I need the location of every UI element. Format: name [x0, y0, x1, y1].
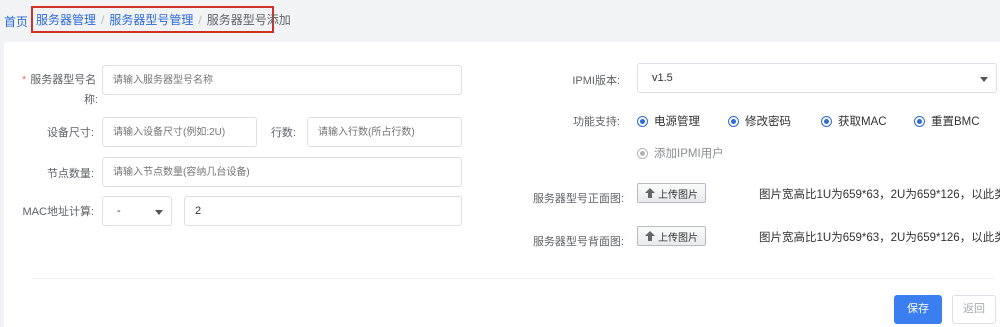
feature-reset-bmc[interactable]: 重置BMC: [914, 113, 980, 129]
required-mark: *: [22, 74, 27, 86]
ipmi-version-value: v1.5: [652, 72, 673, 84]
device-size-input[interactable]: [102, 117, 257, 147]
back-image-hint: 图片宽高比1U为659*63，2U为659*126，以此类推: [759, 232, 1000, 244]
breadcrumb: 服务器管理 / 服务器型号管理 / 服务器型号添加: [31, 6, 291, 33]
upload-arrow-icon: [645, 231, 655, 241]
feature-change-password[interactable]: 修改密码: [728, 113, 791, 129]
upload-arrow-icon: [645, 188, 655, 198]
chevron-down-icon: [980, 77, 988, 82]
upload-front-image-button[interactable]: 上传图片: [637, 183, 706, 203]
mac-operator-value: -: [117, 205, 121, 217]
mac-calc-label: MAC地址计算:: [22, 206, 95, 218]
mac-operator-select[interactable]: -: [102, 196, 172, 226]
divider: [32, 278, 994, 279]
device-size-label: 设备尺寸:: [46, 127, 94, 139]
breadcrumb-separator: /: [198, 12, 202, 27]
model-name-input[interactable]: [102, 65, 462, 95]
breadcrumb-server-model-management[interactable]: 服务器型号管理: [109, 11, 193, 28]
form-card: *服务器型号名 称: 设备尺寸: 行数: 节点数量: MAC地址计算: - IP…: [4, 42, 1000, 327]
radio-icon: [637, 147, 648, 159]
chevron-down-icon: [155, 210, 163, 215]
features-label: 功能支持:: [572, 116, 620, 128]
back-image-label: 服务器型号背面图:: [532, 236, 624, 248]
radio-selected-icon: [637, 115, 648, 127]
mac-value-input[interactable]: [184, 196, 462, 226]
breadcrumb-home-link[interactable]: 首页: [4, 13, 28, 30]
feature-add-ipmi-user[interactable]: 添加IPMI用户: [637, 145, 724, 161]
radio-selected-icon: [914, 115, 925, 127]
breadcrumb-bar: 首页 服务器管理 / 服务器型号管理 / 服务器型号添加: [0, 0, 1000, 40]
radio-selected-icon: [821, 115, 832, 127]
ipmi-version-select[interactable]: v1.5: [637, 63, 997, 93]
rows-label: 行数:: [270, 127, 296, 139]
front-image-hint: 图片宽高比1U为659*63，2U为659*126，以此类推: [759, 189, 1000, 201]
feature-get-mac[interactable]: 获取MAC: [821, 113, 887, 129]
radio-selected-icon: [728, 115, 739, 127]
breadcrumb-server-management[interactable]: 服务器管理: [36, 11, 96, 28]
model-name-label: * 服务器型号名: [22, 74, 97, 86]
front-image-label: 服务器型号正面图:: [532, 193, 624, 205]
save-button[interactable]: 保存: [894, 295, 942, 324]
rows-input[interactable]: [307, 117, 462, 147]
feature-power-management[interactable]: 电源管理: [637, 113, 700, 129]
ipmi-version-label: IPMI版本:: [572, 75, 620, 87]
breadcrumb-separator: /: [101, 12, 105, 27]
node-count-input[interactable]: [102, 157, 462, 187]
back-button[interactable]: 返回: [952, 295, 996, 324]
model-name-label-cont: 称:: [83, 94, 98, 106]
breadcrumb-current-page: 服务器型号添加: [206, 13, 291, 27]
node-count-label: 节点数量:: [46, 168, 94, 180]
upload-back-image-button[interactable]: 上传图片: [637, 226, 706, 246]
